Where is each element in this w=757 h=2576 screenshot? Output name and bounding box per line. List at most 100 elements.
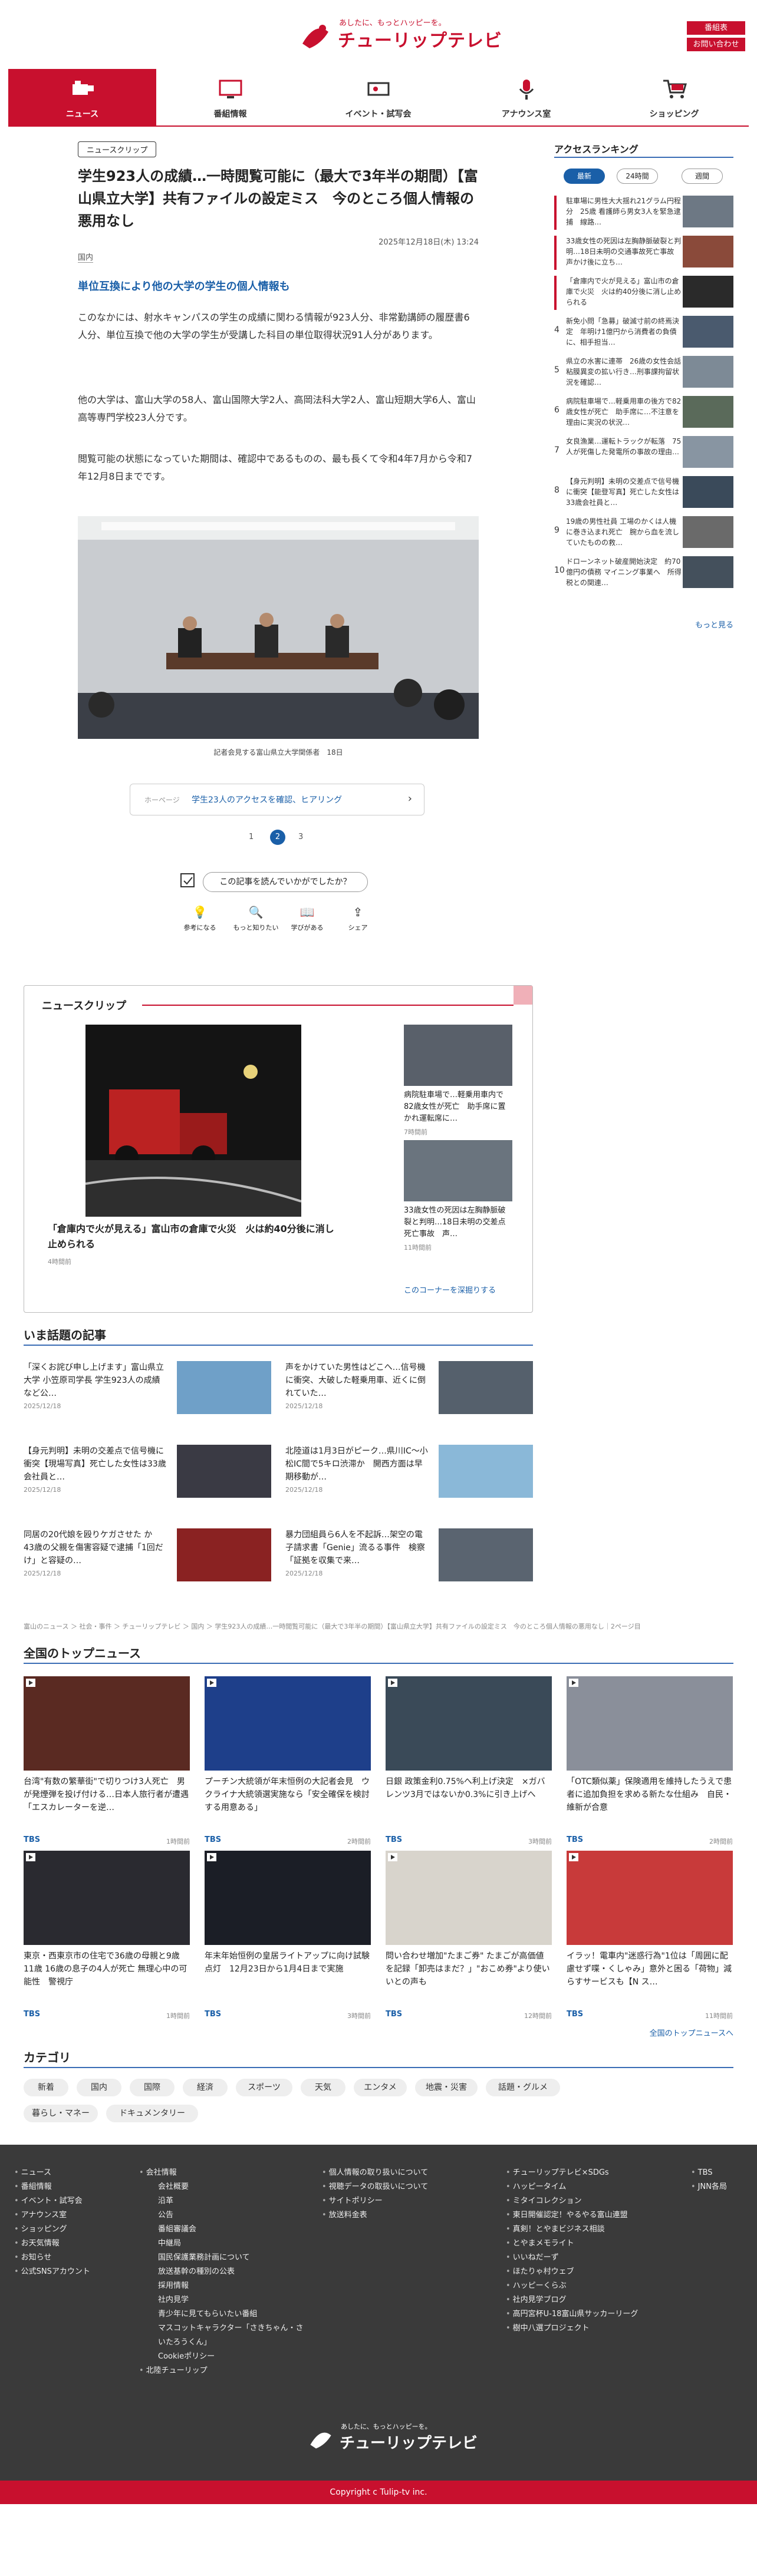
clip-side-title[interactable]: 33歳女性の死因は左胸静脈破裂と判明…18日未明の交差点死亡事故 声… xyxy=(404,1205,512,1240)
share-button[interactable]: ⇪ シェア xyxy=(337,905,378,932)
clip-side-title[interactable]: 病院駐車場で…軽乗用車内で82歳女性が死亡 助手席に置かれ運転席に… xyxy=(404,1089,512,1125)
footer-link[interactable]: 沿革 xyxy=(158,2194,173,2208)
category-chip[interactable]: 話題・グルメ xyxy=(486,2079,560,2096)
nav-shopping[interactable]: ショッピング xyxy=(600,69,748,126)
footer-link[interactable]: 真剣！とやまビジネス相談 xyxy=(513,2222,605,2237)
footer-link[interactable]: ほたりゃ村ウェブ xyxy=(513,2265,574,2279)
footer-link[interactable]: お天気情報 xyxy=(21,2237,60,2251)
category-chip[interactable]: 天気 xyxy=(301,2079,345,2096)
footer-link[interactable]: ミタイコレクション xyxy=(513,2194,582,2208)
footer-link[interactable]: お知らせ xyxy=(21,2251,52,2265)
category-chip[interactable]: 暮らし・マネー xyxy=(24,2105,98,2122)
topic-item[interactable]: 「深くお詫び申し上げます」富山県立大学 小笠原司学長 学生923人の成績など公…… xyxy=(24,1361,271,1420)
nav-announcers[interactable]: アナウンス室 xyxy=(452,69,600,126)
clip-main-image[interactable] xyxy=(85,1025,301,1217)
footer-link[interactable]: 社内見学 xyxy=(158,2293,189,2307)
ranking-more-link[interactable]: もっと見る xyxy=(695,619,733,630)
nav-events[interactable]: イベント・試写会 xyxy=(304,69,452,126)
national-news-item[interactable]: プーチン大統領が年末恒例の大記者会見 ウクライナ大統領選実施なら「安全確保を検討… xyxy=(205,1676,371,1847)
site-logo[interactable]: あしたに、もっとハッピーを。 チューリップテレビ xyxy=(298,16,502,53)
topic-item[interactable]: 声をかけていた男性はどこへ…信号機に衝突、大破した軽乗用車、近くに倒れていた… 2… xyxy=(285,1361,533,1420)
article-category[interactable]: 国内 xyxy=(78,251,94,263)
footer-link[interactable]: アナウンス室 xyxy=(21,2208,67,2222)
footer-link[interactable]: TBS xyxy=(698,2166,713,2180)
footer-link[interactable]: ハッピーくらぶ xyxy=(513,2279,567,2293)
article-badge[interactable]: ニュースクリップ xyxy=(78,141,157,157)
footer-link[interactable]: 番組情報 xyxy=(21,2180,52,2194)
category-chip[interactable]: 国際 xyxy=(130,2079,175,2096)
footer-link[interactable]: 番組審議会 xyxy=(158,2222,196,2237)
footer-link[interactable]: Cookieポリシー xyxy=(158,2350,215,2364)
category-chip[interactable]: 新着 xyxy=(24,2079,68,2096)
next-page-link[interactable]: ホーページ 学生23人のアクセスを確認、ヒアリング › xyxy=(130,784,424,815)
footer-link[interactable]: 視聴データの取扱いについて xyxy=(329,2180,429,2194)
ranking-item[interactable]: 「倉庫内で火が見える」富山市の倉庫で火災 火は約40分後に消し止められる xyxy=(554,276,733,312)
footer-link[interactable]: とやまメモライト xyxy=(513,2237,574,2251)
ranking-item[interactable]: 駐車場に男性大大揺れ21グラム円程分 25歳 看護師ら男女3人を緊急逮捕 線路… xyxy=(554,196,733,232)
footer-link[interactable]: 社内見学ブログ xyxy=(513,2293,567,2307)
feedback-learn[interactable]: 📖 学びがある xyxy=(287,905,328,932)
national-news-item[interactable]: 台湾"有数の繁華街"で切りつけ3人死亡 男が発煙弾を投げ付ける…日本人旅行者が遭… xyxy=(24,1676,190,1847)
footer-link[interactable]: 放送料金表 xyxy=(329,2208,367,2222)
footer-link[interactable]: 高円宮杯U-18富山県サッカーリーグ xyxy=(513,2307,638,2321)
footer-link[interactable]: 公式SNSアカウント xyxy=(21,2265,90,2279)
footer-link[interactable]: ハッピータイム xyxy=(513,2180,567,2194)
category-chip[interactable]: 地震・災害 xyxy=(415,2079,478,2096)
footer-link[interactable]: マスコットキャラクター「さきちゃん・さいたろうくん」 xyxy=(158,2321,304,2350)
ranking-tab-24h[interactable]: 24時間 xyxy=(617,169,658,184)
ranking-tab-latest[interactable]: 最新 xyxy=(564,169,605,184)
footer-link[interactable]: ニュース xyxy=(21,2166,51,2180)
nav-news[interactable]: ニュース xyxy=(8,69,156,126)
national-news-item[interactable]: 年末年始恒例の皇居ライトアップに向け試験点灯 12月23日から1月4日まで実施 T… xyxy=(205,1851,371,2022)
footer-link[interactable]: 採用情報 xyxy=(158,2279,189,2293)
footer-link[interactable]: いいねだーず xyxy=(513,2251,559,2265)
ranking-item[interactable]: 6 病院駐車場で…軽乗用車の後方で82歳女性が死亡 助手席に…不注意を理由に実況の… xyxy=(554,396,733,432)
footer-link[interactable]: 個人情報の取り扱いについて xyxy=(329,2166,429,2180)
ranking-item[interactable]: 9 19歳の男性社員 工場のかくは人機に巻き込まれ死亡 腕から血を流していたものの… xyxy=(554,516,733,553)
nav-programs[interactable]: 番組情報 xyxy=(156,69,304,126)
category-chip[interactable]: スポーツ xyxy=(236,2079,292,2096)
breadcrumb[interactable]: 富山のニュース ＞ 社会・事件 ＞ チューリップテレビ ＞ 国内 ＞ 学生923… xyxy=(24,1621,733,1631)
feedback-helpful[interactable]: 💡 参考になる xyxy=(179,905,220,932)
clip-more-link[interactable]: このコーナーを深掘りする xyxy=(404,1284,496,1295)
footer-link[interactable]: サイトポリシー xyxy=(329,2194,383,2208)
footer-link[interactable]: チューリップテレビ×SDGs xyxy=(513,2166,609,2180)
ranking-item[interactable]: 7 女良漁業…運転トラックが転落 75人が死傷した発電所の事故の理由… xyxy=(554,436,733,473)
footer-link[interactable]: 青少年に見てもらいたい番組 xyxy=(158,2307,257,2321)
footer-logo[interactable]: あしたに、もっとハッピーを。 チューリップテレビ xyxy=(307,2422,478,2457)
footer-link[interactable]: ショッピング xyxy=(21,2222,67,2237)
footer-link[interactable]: 公告 xyxy=(158,2208,173,2222)
topic-item[interactable]: 同居の20代娘を殴りケガさせた か 43歳の父親を傷害容疑で逮捕「1回だけ」と容… xyxy=(24,1528,271,1587)
footer-link[interactable]: 中継局 xyxy=(158,2237,181,2251)
national-more-link[interactable]: 全国のトップニュースへ xyxy=(650,2027,733,2038)
national-news-item[interactable]: 日銀 政策金利0.75%へ利上げ決定 ×ガバレンツ3月ではないか0.3%に引き上… xyxy=(386,1676,552,1847)
footer-link[interactable]: 会社情報 xyxy=(146,2166,177,2180)
category-chip[interactable]: ドキュメンタリー xyxy=(106,2105,198,2122)
category-chip[interactable]: 国内 xyxy=(77,2079,121,2096)
category-chip[interactable]: 経済 xyxy=(183,2079,228,2096)
ranking-tab-week[interactable]: 週間 xyxy=(682,169,723,184)
page-link[interactable]: 1 xyxy=(249,833,254,841)
clip-side-image[interactable] xyxy=(404,1140,512,1201)
ranking-item[interactable]: 33歳女性の死因は左胸静脈破裂と判明…18日未明の交通事故死亡事故 声かけ後に立… xyxy=(554,236,733,272)
ranking-item[interactable]: 5 県立の水害に連帯 26歳の女性会話粘膜異変の拡い行き…刑事課拘留状況を確認… xyxy=(554,356,733,392)
topic-item[interactable]: 暴力団組員ら6人を不起訴…架空の電子請求書「Genie」流るる事件 検察「証拠を… xyxy=(285,1528,533,1587)
ranking-item[interactable]: 4 新免小問「急募」破滅寸前の終焉決定 年明け1億円から消費者の負債に、相手担当… xyxy=(554,316,733,352)
national-news-item[interactable]: イラッ！電車内"迷惑行為"1位は「周囲に配慮せず喋・くしゃみ」意外と困る「荷物」… xyxy=(567,1851,733,2022)
program-guide-button[interactable]: 番組表 xyxy=(687,21,745,35)
footer-link[interactable]: 樹中八選プロジェクト xyxy=(513,2321,590,2336)
feedback-know-more[interactable]: 🔍 もっと知りたい xyxy=(232,905,279,932)
contact-button[interactable]: お問い合わせ xyxy=(687,38,745,51)
topic-item[interactable]: 北陸道は1月3日がピーク…県川IC〜小松IC間で5キロ渋滞か 開西方面は早期移動… xyxy=(285,1445,533,1504)
footer-link[interactable]: 国民保護業務計画について xyxy=(158,2251,250,2265)
footer-link[interactable]: イベント・試写会 xyxy=(21,2194,83,2208)
footer-link[interactable]: 東日開催認定！やるやる富山連盟 xyxy=(513,2208,628,2222)
category-chip[interactable]: エンタメ xyxy=(354,2079,407,2096)
footer-link[interactable]: JNN各局 xyxy=(698,2180,727,2194)
clip-main-title[interactable]: 「倉庫内で火が見える」富山市の倉庫で火災 火は約40分後に消し止められる xyxy=(48,1221,343,1252)
topic-item[interactable]: 【身元判明】未明の交差点で信号機に衝突【現場写真】死亡した女性は33歳会社員と…… xyxy=(24,1445,271,1504)
national-news-item[interactable]: 問い合わせ増加"たまご券" たまごが高価値を記録「卸売はまだ？」"おこめ券"より… xyxy=(386,1851,552,2022)
clip-side-image[interactable] xyxy=(404,1025,512,1086)
national-news-item[interactable]: 「OTC類似薬」保険適用を維持したうえで患者に追加負担を求める新たな仕組み 自民… xyxy=(567,1676,733,1847)
ranking-item[interactable]: 10 ドローンネット破産開始決定 約70億円の債務 マイニング事業へ 所得税との関… xyxy=(554,556,733,593)
